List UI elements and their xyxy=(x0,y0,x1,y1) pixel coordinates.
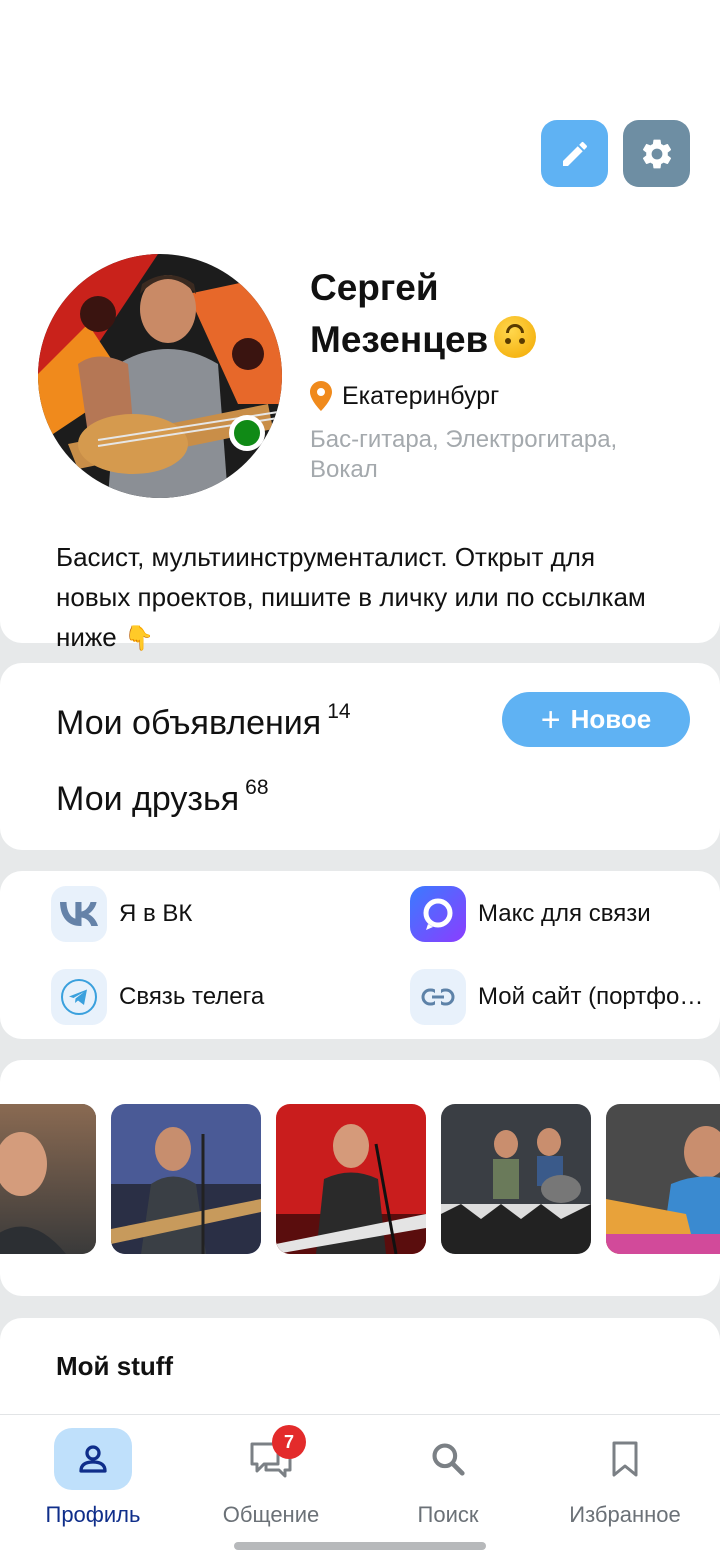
nav-chat-icon-wrap: 7 xyxy=(232,1425,310,1490)
my-stuff-title: Мой stuff xyxy=(56,1351,174,1381)
pointing-down-emoji-icon: 👇 xyxy=(123,625,154,652)
name-last: Мезенцев xyxy=(310,319,489,360)
nav-favorites-label: Избранное xyxy=(569,1502,681,1527)
new-ad-label: Новое xyxy=(570,704,652,734)
profile-bio: Басист, мультиинструменталист. Открыт дл… xyxy=(56,537,676,659)
home-indicator[interactable] xyxy=(234,1542,486,1550)
nav-search[interactable]: Поиск xyxy=(358,1415,538,1535)
link-telegram-label: Связь телега xyxy=(119,983,265,1010)
nav-chat[interactable]: 7 Общение xyxy=(181,1415,361,1535)
nav-favorites-icon-wrap xyxy=(586,1428,664,1490)
link-vk[interactable]: Я в ВК xyxy=(51,886,351,942)
nav-search-label: Поиск xyxy=(417,1502,479,1527)
nav-profile-label: Профиль xyxy=(45,1502,141,1527)
link-vk-label: Я в ВК xyxy=(119,900,193,927)
person-icon xyxy=(79,1445,107,1473)
location-text: Екатеринбург xyxy=(342,381,500,410)
search-icon xyxy=(432,1443,465,1476)
upside-down-face-emoji-icon xyxy=(494,316,537,358)
nav-profile-icon-wrap xyxy=(54,1428,132,1490)
gallery-photo[interactable] xyxy=(606,1104,720,1254)
my-ads-label: Мои объявления xyxy=(56,704,322,742)
link-website-label: Мой сайт (портфо… xyxy=(478,983,704,1010)
new-ad-button[interactable]: + Новое xyxy=(502,692,690,747)
link-max-label: Макс для связи xyxy=(478,900,651,927)
my-ads-count: 14 xyxy=(327,700,351,723)
settings-button[interactable] xyxy=(623,120,690,187)
link-website[interactable]: Мой сайт (портфо… xyxy=(410,969,710,1025)
vk-icon xyxy=(51,886,107,942)
my-ads-link[interactable]: Мои объявления 14 xyxy=(56,700,351,743)
chat-unread-badge: 7 xyxy=(272,1425,306,1459)
edit-profile-button[interactable] xyxy=(541,120,608,187)
avatar[interactable] xyxy=(38,254,282,498)
link-max[interactable]: Макс для связи xyxy=(410,886,710,942)
my-friends-link[interactable]: Мои друзья 68 xyxy=(56,776,269,819)
nav-chat-label: Общение xyxy=(222,1502,320,1527)
gallery-photo[interactable] xyxy=(0,1104,96,1254)
nav-search-icon-wrap xyxy=(409,1428,487,1490)
avatar-image xyxy=(38,254,282,498)
max-messenger-icon xyxy=(410,886,466,942)
bookmark-icon xyxy=(612,1441,638,1477)
name-first: Сергей xyxy=(310,267,439,308)
profile-name: Сергей Мезенцев xyxy=(310,262,690,366)
plus-icon: + xyxy=(540,700,561,739)
gallery-photo[interactable] xyxy=(276,1104,426,1254)
bottom-nav: Профиль 7 Общение Поиск Избранное xyxy=(0,1414,720,1560)
nav-profile[interactable]: Профиль xyxy=(3,1415,183,1535)
telegram-icon xyxy=(51,969,107,1025)
instruments-list: Бас-гитара, Электрогитара, Вокал xyxy=(310,426,618,483)
gallery-photo[interactable] xyxy=(111,1104,261,1254)
gear-icon xyxy=(642,139,671,168)
nav-favorites[interactable]: Избранное xyxy=(535,1415,715,1535)
photo-gallery xyxy=(0,1060,720,1296)
location-pin-icon xyxy=(310,381,332,411)
my-friends-label: Мои друзья xyxy=(56,780,240,818)
link-icon xyxy=(410,969,466,1025)
my-friends-count: 68 xyxy=(245,776,269,799)
pencil-icon xyxy=(562,141,587,166)
online-status-dot xyxy=(229,415,265,451)
location: Екатеринбург xyxy=(310,381,499,411)
link-telegram[interactable]: Связь телега xyxy=(51,969,351,1025)
gallery-photo[interactable] xyxy=(441,1104,591,1254)
